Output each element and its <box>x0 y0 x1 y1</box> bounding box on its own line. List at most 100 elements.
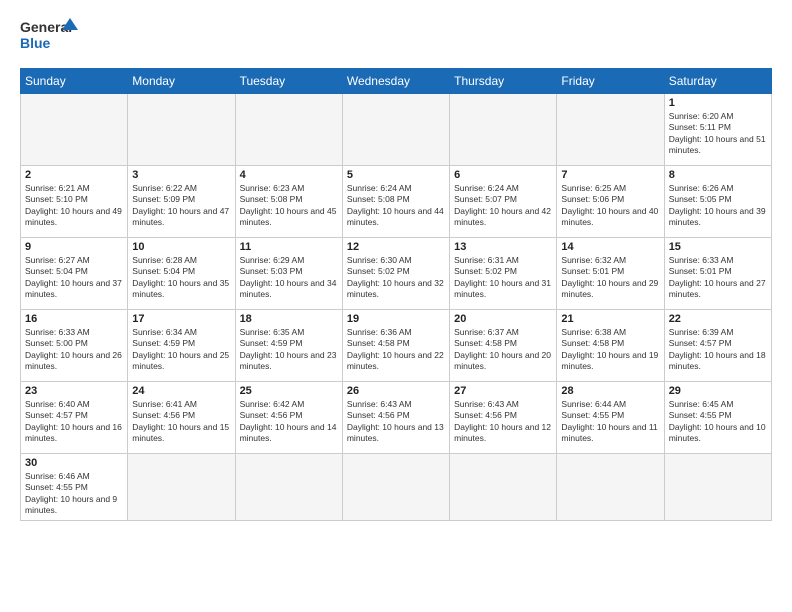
calendar-cell: 20Sunrise: 6:37 AMSunset: 4:58 PMDayligh… <box>450 310 557 382</box>
header-saturday: Saturday <box>664 69 771 94</box>
day-number: 1 <box>669 97 767 109</box>
day-info: Sunrise: 6:42 AMSunset: 4:56 PMDaylight:… <box>240 399 338 445</box>
header-thursday: Thursday <box>450 69 557 94</box>
header-wednesday: Wednesday <box>342 69 449 94</box>
day-info: Sunrise: 6:43 AMSunset: 4:56 PMDaylight:… <box>454 399 552 445</box>
week-row-2: 2 Sunrise: 6:21 AMSunset: 5:10 PMDaylight… <box>21 166 772 238</box>
calendar-cell <box>557 454 664 521</box>
day-info: Sunrise: 6:45 AMSunset: 4:55 PMDaylight:… <box>669 399 767 445</box>
day-info: Sunrise: 6:24 AMSunset: 5:08 PMDaylight:… <box>347 183 445 229</box>
day-number: 17 <box>132 313 230 325</box>
logo-svg: General Blue <box>20 16 80 60</box>
day-info: Sunrise: 6:40 AMSunset: 4:57 PMDaylight:… <box>25 399 123 445</box>
logo: General Blue <box>20 16 80 60</box>
calendar-cell: 21 Sunrise: 6:38 AMSunset: 4:58 PMDayligh… <box>557 310 664 382</box>
calendar-cell <box>342 94 449 166</box>
day-number: 10 <box>132 241 230 253</box>
calendar-cell: 6Sunrise: 6:24 AMSunset: 5:07 PMDaylight… <box>450 166 557 238</box>
calendar-cell: 23 Sunrise: 6:40 AMSunset: 4:57 PMDayligh… <box>21 382 128 454</box>
calendar-cell: 4Sunrise: 6:23 AMSunset: 5:08 PMDaylight… <box>235 166 342 238</box>
calendar-cell <box>235 94 342 166</box>
calendar-cell <box>235 454 342 521</box>
day-number: 2 <box>25 169 123 181</box>
day-info: Sunrise: 6:21 AMSunset: 5:10 PMDaylight:… <box>25 183 123 229</box>
header: General Blue <box>20 16 772 60</box>
calendar-cell: 15 Sunrise: 6:33 AMSunset: 5:01 PMDayligh… <box>664 238 771 310</box>
day-number: 3 <box>132 169 230 181</box>
week-row-1: 1 Sunrise: 6:20 AMSunset: 5:11 PMDaylight… <box>21 94 772 166</box>
calendar-cell <box>450 454 557 521</box>
day-info: Sunrise: 6:23 AMSunset: 5:08 PMDaylight:… <box>240 183 338 229</box>
day-info: Sunrise: 6:36 AMSunset: 4:58 PMDaylight:… <box>347 327 445 373</box>
header-friday: Friday <box>557 69 664 94</box>
day-info: Sunrise: 6:33 AMSunset: 5:00 PMDaylight:… <box>25 327 123 373</box>
day-number: 14 <box>561 241 659 253</box>
header-monday: Monday <box>128 69 235 94</box>
calendar-cell: 19 Sunrise: 6:36 AMSunset: 4:58 PMDayligh… <box>342 310 449 382</box>
week-row-4: 16Sunrise: 6:33 AMSunset: 5:00 PMDayligh… <box>21 310 772 382</box>
calendar-cell: 27 Sunrise: 6:43 AMSunset: 4:56 PMDayligh… <box>450 382 557 454</box>
day-info: Sunrise: 6:24 AMSunset: 5:07 PMDaylight:… <box>454 183 552 229</box>
day-number: 15 <box>669 241 767 253</box>
calendar-cell: 8 Sunrise: 6:26 AMSunset: 5:05 PMDaylight… <box>664 166 771 238</box>
calendar-cell: 26Sunrise: 6:43 AMSunset: 4:56 PMDayligh… <box>342 382 449 454</box>
day-info: Sunrise: 6:46 AMSunset: 4:55 PMDaylight:… <box>25 471 123 517</box>
day-number: 12 <box>347 241 445 253</box>
day-info: Sunrise: 6:29 AMSunset: 5:03 PMDaylight:… <box>240 255 338 301</box>
calendar-table: SundayMondayTuesdayWednesdayThursdayFrid… <box>20 68 772 521</box>
calendar-cell <box>450 94 557 166</box>
calendar-cell: 14 Sunrise: 6:32 AMSunset: 5:01 PMDayligh… <box>557 238 664 310</box>
day-info: Sunrise: 6:34 AMSunset: 4:59 PMDaylight:… <box>132 327 230 373</box>
week-row-6: 30Sunrise: 6:46 AMSunset: 4:55 PMDayligh… <box>21 454 772 521</box>
calendar-cell: 9Sunrise: 6:27 AMSunset: 5:04 PMDaylight… <box>21 238 128 310</box>
calendar-cell: 22 Sunrise: 6:39 AMSunset: 4:57 PMDayligh… <box>664 310 771 382</box>
calendar-cell <box>664 454 771 521</box>
week-row-3: 9Sunrise: 6:27 AMSunset: 5:04 PMDaylight… <box>21 238 772 310</box>
calendar-cell: 3 Sunrise: 6:22 AMSunset: 5:09 PMDaylight… <box>128 166 235 238</box>
day-info: Sunrise: 6:28 AMSunset: 5:04 PMDaylight:… <box>132 255 230 301</box>
day-number: 24 <box>132 385 230 397</box>
day-number: 27 <box>454 385 552 397</box>
day-info: Sunrise: 6:39 AMSunset: 4:57 PMDaylight:… <box>669 327 767 373</box>
day-info: Sunrise: 6:44 AMSunset: 4:55 PMDaylight:… <box>561 399 659 445</box>
day-info: Sunrise: 6:27 AMSunset: 5:04 PMDaylight:… <box>25 255 123 301</box>
calendar-cell: 28Sunrise: 6:44 AMSunset: 4:55 PMDayligh… <box>557 382 664 454</box>
calendar-cell <box>342 454 449 521</box>
calendar-cell <box>128 454 235 521</box>
calendar-cell: 29 Sunrise: 6:45 AMSunset: 4:55 PMDayligh… <box>664 382 771 454</box>
calendar-header-row: SundayMondayTuesdayWednesdayThursdayFrid… <box>21 69 772 94</box>
day-number: 5 <box>347 169 445 181</box>
day-info: Sunrise: 6:41 AMSunset: 4:56 PMDaylight:… <box>132 399 230 445</box>
calendar-cell <box>128 94 235 166</box>
day-info: Sunrise: 6:30 AMSunset: 5:02 PMDaylight:… <box>347 255 445 301</box>
calendar-cell <box>557 94 664 166</box>
day-number: 13 <box>454 241 552 253</box>
calendar-cell: 18Sunrise: 6:35 AMSunset: 4:59 PMDayligh… <box>235 310 342 382</box>
day-number: 29 <box>669 385 767 397</box>
day-number: 22 <box>669 313 767 325</box>
day-number: 21 <box>561 313 659 325</box>
day-number: 23 <box>25 385 123 397</box>
calendar-cell: 25 Sunrise: 6:42 AMSunset: 4:56 PMDayligh… <box>235 382 342 454</box>
day-info: Sunrise: 6:20 AMSunset: 5:11 PMDaylight:… <box>669 111 767 157</box>
day-info: Sunrise: 6:26 AMSunset: 5:05 PMDaylight:… <box>669 183 767 229</box>
calendar-cell: 10 Sunrise: 6:28 AMSunset: 5:04 PMDayligh… <box>128 238 235 310</box>
header-sunday: Sunday <box>21 69 128 94</box>
day-info: Sunrise: 6:32 AMSunset: 5:01 PMDaylight:… <box>561 255 659 301</box>
day-number: 20 <box>454 313 552 325</box>
day-info: Sunrise: 6:43 AMSunset: 4:56 PMDaylight:… <box>347 399 445 445</box>
day-info: Sunrise: 6:38 AMSunset: 4:58 PMDaylight:… <box>561 327 659 373</box>
svg-text:Blue: Blue <box>20 35 51 51</box>
calendar-cell: 13Sunrise: 6:31 AMSunset: 5:02 PMDayligh… <box>450 238 557 310</box>
day-info: Sunrise: 6:22 AMSunset: 5:09 PMDaylight:… <box>132 183 230 229</box>
calendar-cell: 1 Sunrise: 6:20 AMSunset: 5:11 PMDaylight… <box>664 94 771 166</box>
header-tuesday: Tuesday <box>235 69 342 94</box>
day-info: Sunrise: 6:33 AMSunset: 5:01 PMDaylight:… <box>669 255 767 301</box>
calendar-cell: 5 Sunrise: 6:24 AMSunset: 5:08 PMDaylight… <box>342 166 449 238</box>
calendar-cell: 17 Sunrise: 6:34 AMSunset: 4:59 PMDayligh… <box>128 310 235 382</box>
day-number: 19 <box>347 313 445 325</box>
day-number: 8 <box>669 169 767 181</box>
day-number: 25 <box>240 385 338 397</box>
calendar-cell: 11Sunrise: 6:29 AMSunset: 5:03 PMDayligh… <box>235 238 342 310</box>
calendar-cell: 30Sunrise: 6:46 AMSunset: 4:55 PMDayligh… <box>21 454 128 521</box>
